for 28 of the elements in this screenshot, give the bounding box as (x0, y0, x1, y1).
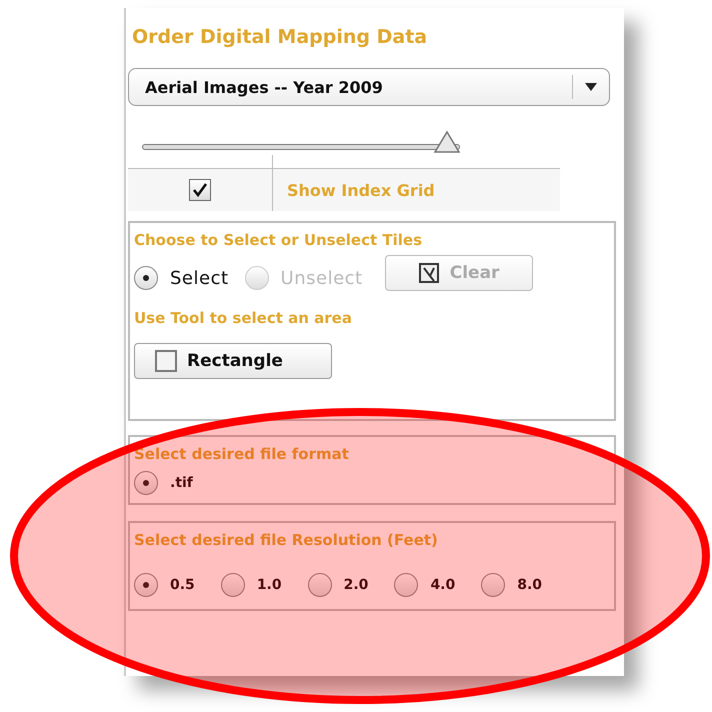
section-title: Select desired file format (134, 445, 350, 463)
rectangle-tool-button[interactable]: Rectangle (134, 343, 332, 379)
radio-label: 4.0 (430, 577, 456, 593)
radio-label: Select (170, 268, 229, 288)
radio-label: Unselect (280, 268, 363, 288)
caret-icon (585, 83, 597, 91)
radio-button[interactable] (308, 573, 332, 597)
section-title: Choose to Select or Unselect Tiles (134, 231, 423, 249)
radio-label: 1.0 (256, 577, 282, 593)
slider-thumb[interactable] (433, 130, 462, 154)
radio-button[interactable] (134, 266, 158, 290)
index-grid-label: Show Index Grid (286, 180, 435, 202)
dataset-dropdown[interactable]: Aerial Images -- Year 2009 (128, 68, 610, 106)
rectangle-icon (155, 350, 177, 372)
radio-button[interactable] (134, 471, 158, 495)
radio-label: 2.0 (344, 577, 368, 593)
radio-label: 0.5 (170, 577, 195, 593)
radio-label: .tif (170, 475, 193, 491)
index-grid-checkbox[interactable] (189, 179, 211, 201)
radio-button[interactable] (134, 573, 158, 597)
panel-title: Order Digital Mapping Data (131, 26, 428, 48)
radio-label: 8.0 (517, 577, 542, 593)
section-title: Use Tool to select an area (134, 309, 353, 327)
clear-selection-icon (418, 262, 440, 284)
radio-button[interactable] (481, 573, 506, 597)
radio-button[interactable] (220, 573, 245, 597)
section-title: Select desired file Resolution (Feet) (134, 531, 439, 549)
radio-button[interactable] (394, 573, 418, 597)
